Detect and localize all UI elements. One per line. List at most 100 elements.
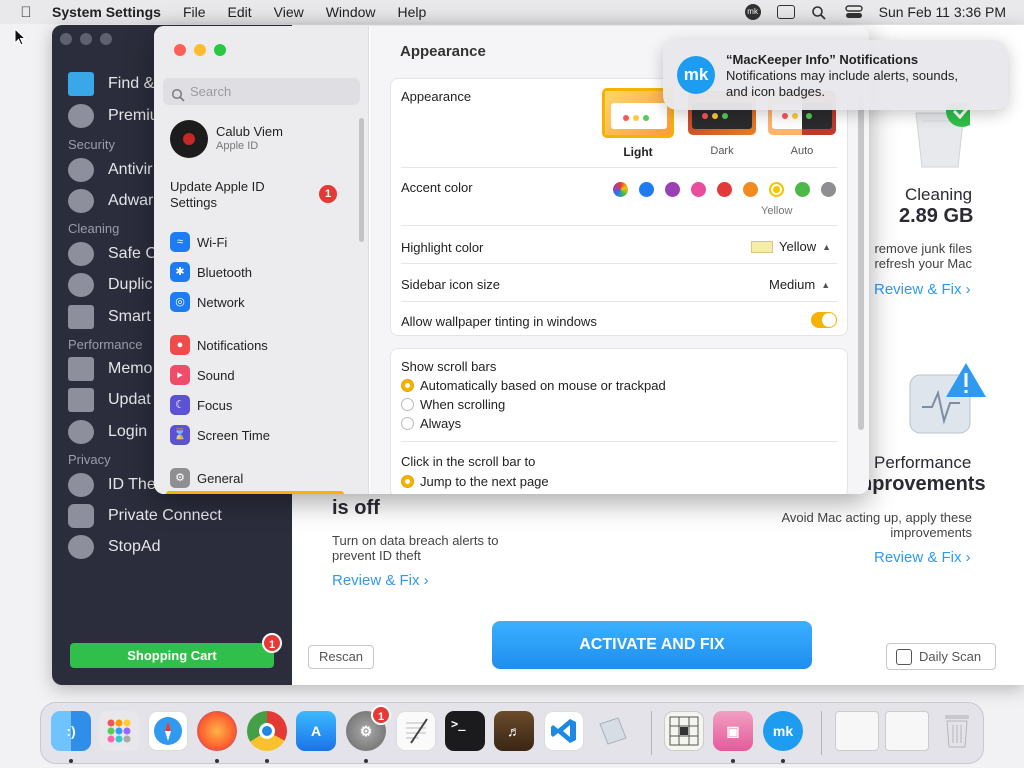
- highlight-color-popup[interactable]: Yellow ▲: [751, 239, 831, 254]
- control-center-icon[interactable]: [844, 5, 863, 19]
- firefox-icon[interactable]: [197, 711, 237, 751]
- cleaning-review-link[interactable]: Review & Fix ›: [874, 281, 971, 298]
- sidebar-item-private-connect[interactable]: Private Connect: [68, 503, 222, 529]
- close-button-inactive[interactable]: [60, 33, 72, 45]
- apple-id-label: Apple ID: [216, 140, 259, 152]
- sidebar-item-focus[interactable]: ☾ Focus: [170, 393, 232, 417]
- daily-scan-button[interactable]: Daily Scan: [886, 643, 996, 670]
- cleaning-desc-line: refresh your Mac: [874, 256, 972, 271]
- settings-search-input[interactable]: Search: [163, 78, 360, 105]
- accent-swatch-multicolor[interactable]: [613, 182, 628, 197]
- mackeeper-status-icon[interactable]: mk: [744, 4, 761, 20]
- accent-swatch-e5383b[interactable]: [717, 182, 732, 197]
- id-theft-review-link[interactable]: Review & Fix ›: [332, 572, 429, 589]
- terminal-icon[interactable]: >_: [445, 711, 485, 751]
- finder-icon[interactable]: :): [51, 711, 91, 751]
- menu-help[interactable]: Help: [387, 4, 438, 20]
- menu-clock[interactable]: Sun Feb 11 3:36 PM: [879, 4, 1006, 20]
- sidebar-icon-size-popup[interactable]: Medium ▲: [769, 277, 830, 292]
- spotlight-search-icon[interactable]: [811, 5, 829, 20]
- sidebar-item-premium[interactable]: Premiu: [68, 103, 159, 129]
- wallpaper-tinting-toggle[interactable]: [811, 312, 837, 328]
- main-scrollbar[interactable]: [858, 96, 864, 430]
- textedit-icon[interactable]: [396, 711, 436, 751]
- chevron-updown-icon: ▲: [822, 241, 832, 252]
- menu-file[interactable]: File: [172, 4, 217, 20]
- sidebar-item-label: Premiu: [108, 107, 159, 124]
- preview-icon[interactable]: [593, 711, 633, 751]
- rescan-button[interactable]: Rescan: [308, 645, 374, 669]
- sidebar-item-stopad[interactable]: StopAd: [68, 534, 160, 560]
- minimize-button-inactive[interactable]: [80, 33, 92, 45]
- mackeeper-dock-icon[interactable]: mk: [763, 711, 803, 751]
- apple-icon[interactable]: : [0, 4, 52, 21]
- trash-icon[interactable]: [937, 711, 977, 751]
- sidebar-item-antivirus[interactable]: Antivir: [68, 157, 152, 183]
- sidebar-item-label: Memo: [108, 360, 153, 377]
- sidebar-item-duplicates[interactable]: Duplic: [68, 272, 152, 298]
- click-option-next-page[interactable]: Jump to the next page: [401, 474, 549, 489]
- avatar[interactable]: [170, 120, 208, 158]
- menu-app-name[interactable]: System Settings: [52, 4, 172, 20]
- sidebar-item-update-tracker[interactable]: Updat: [68, 387, 151, 413]
- scrollbar-option-always[interactable]: Always: [401, 416, 461, 431]
- menu-window[interactable]: Window: [315, 4, 387, 20]
- wifi-icon: ≈: [170, 232, 190, 252]
- mackeeper-notification[interactable]: mk “MacKeeper Info” Notifications Notifi…: [663, 40, 1008, 110]
- sidebar-item-screen-time[interactable]: ⌛ Screen Time: [170, 423, 270, 447]
- accent-swatch-f5c400[interactable]: [769, 182, 784, 197]
- sidebar-item-label: StopAd: [108, 538, 161, 555]
- sidebar-item-smart-uninstaller[interactable]: Smart: [68, 304, 151, 330]
- menu-view[interactable]: View: [263, 4, 315, 20]
- menu-edit[interactable]: Edit: [217, 4, 263, 20]
- activate-and-fix-button[interactable]: ACTIVATE AND FIX: [492, 621, 812, 669]
- zoom-button[interactable]: [214, 44, 226, 56]
- sidebar-item-memory[interactable]: Memo: [68, 356, 152, 382]
- divider: [401, 301, 837, 302]
- minimize-button[interactable]: [194, 44, 206, 56]
- window-switcher-icon[interactable]: [776, 5, 795, 19]
- sidebar-item-find[interactable]: Find &: [68, 71, 154, 97]
- guitar-instrument-icon[interactable]: ♬: [494, 711, 534, 751]
- performance-review-link[interactable]: Review & Fix ›: [874, 549, 971, 566]
- sidebar-item-id-theft[interactable]: ID The: [68, 472, 156, 498]
- shopping-cart-button[interactable]: Shopping Cart: [70, 643, 274, 668]
- chrome-icon[interactable]: [247, 711, 287, 751]
- sidebar-item-bluetooth[interactable]: ✱ Bluetooth: [170, 260, 252, 284]
- safari-icon[interactable]: [148, 711, 188, 751]
- sidebar-scrollbar[interactable]: [359, 118, 364, 242]
- sidebar-item-adware[interactable]: Adwar: [68, 188, 153, 214]
- sudoku-grid-icon[interactable]: [664, 711, 704, 751]
- user-name[interactable]: Calub Viem: [216, 124, 283, 139]
- cleanmymac-icon[interactable]: ▣: [713, 711, 753, 751]
- zoom-button-inactive[interactable]: [100, 33, 112, 45]
- scrollbar-option-automatic[interactable]: Automatically based on mouse or trackpad: [401, 378, 666, 393]
- running-indicator: [781, 759, 785, 763]
- close-button[interactable]: [174, 44, 186, 56]
- toggle-knob: [822, 313, 836, 327]
- sidebar-item-login-items[interactable]: Login: [68, 419, 147, 445]
- minimized-window-thumbnail[interactable]: [835, 711, 879, 751]
- update-apple-id-item[interactable]: Update Apple ID Settings: [170, 179, 265, 211]
- sidebar-item-wifi[interactable]: ≈ Wi-Fi: [170, 230, 227, 254]
- accent-swatch-e94d9c[interactable]: [691, 182, 706, 197]
- radio-label: Always: [420, 416, 462, 431]
- sidebar-item-safe-cleanup[interactable]: Safe C: [68, 241, 157, 267]
- sidebar-item-network[interactable]: ◎ Network: [170, 290, 245, 314]
- accent-swatch-8e8e93[interactable]: [821, 182, 836, 197]
- vscode-icon[interactable]: [544, 711, 584, 751]
- minimized-chrome-window-thumbnail[interactable]: [885, 711, 929, 751]
- accent-swatch-1e7cf2[interactable]: [639, 182, 654, 197]
- mackeeper-logo-icon: mk: [677, 56, 715, 94]
- launchpad-icon[interactable]: [99, 711, 139, 751]
- sidebar-item-general[interactable]: ⚙ General: [170, 466, 243, 490]
- scrollbar-option-when-scrolling[interactable]: When scrolling: [401, 397, 505, 412]
- accent-swatch-4cb84a[interactable]: [795, 182, 810, 197]
- accent-swatch-f38a1f[interactable]: [743, 182, 758, 197]
- accent-swatch-9b3fb5[interactable]: [665, 182, 680, 197]
- sidebar-icon-size-value: Medium: [769, 277, 816, 292]
- sidebar-item-sound[interactable]: ▸ Sound: [170, 363, 235, 387]
- sidebar-item-label: Duplic: [108, 276, 153, 293]
- app-store-icon[interactable]: A: [296, 711, 336, 751]
- sidebar-item-notifications[interactable]: ● Notifications: [170, 333, 268, 357]
